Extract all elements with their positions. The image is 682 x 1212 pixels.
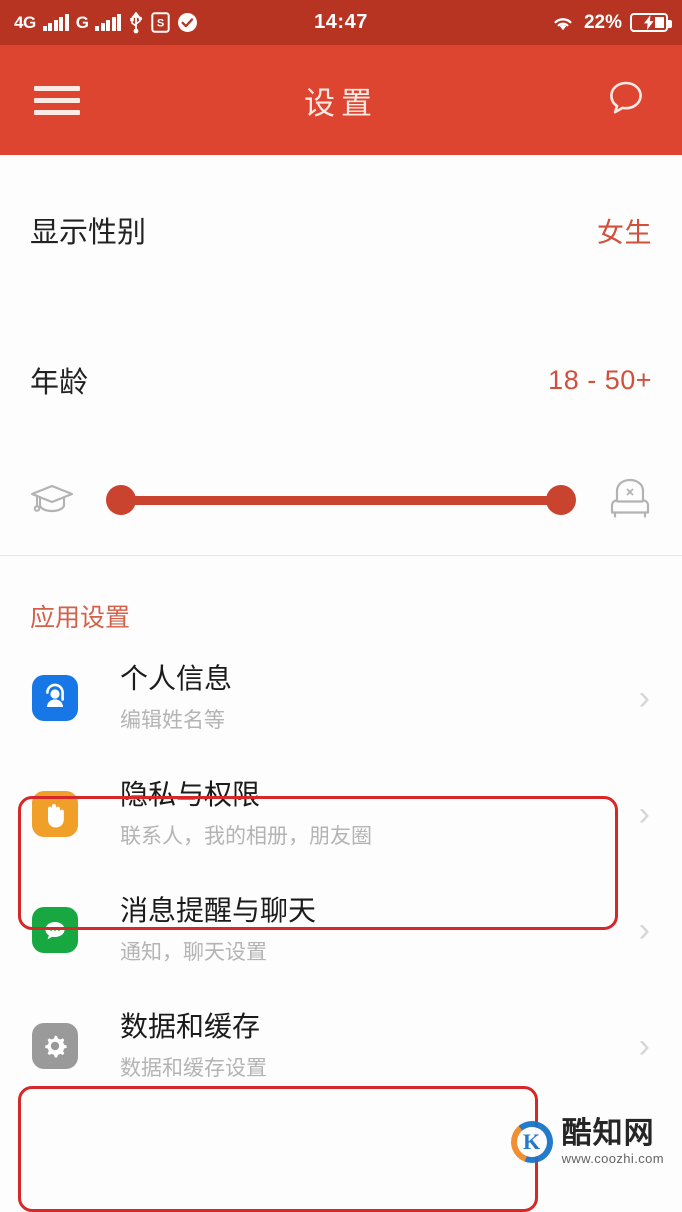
list-item-personal-info[interactable]: 个人信息 编辑姓名等 › — [18, 640, 664, 756]
armchair-icon — [604, 474, 656, 527]
list-item-subtitle: 联系人，我的相册，朋友圈 — [120, 825, 372, 849]
watermark-name: 酷知网 — [561, 1117, 655, 1150]
list-item-messages[interactable]: 消息提醒与聊天 通知，聊天设置 › — [18, 872, 664, 988]
gear-icon — [32, 1023, 78, 1069]
watermark-logo-letter: K — [523, 1128, 541, 1154]
list-item-text: 隐私与权限 联系人，我的相册，朋友圈 — [120, 778, 639, 850]
page-title: 设置 — [304, 85, 378, 121]
list-item-subtitle: 数据和缓存设置 — [120, 1057, 267, 1081]
app-settings-section: 应用设置 个人信息 编辑姓名等 › 隐私与权限 联系人，我的相册，朋友圈 › 消… — [0, 556, 682, 1104]
phone-screen: 4G G S 14:47 22% 设置 显示性别 女生 年龄 18 - 50+ … — [0, 0, 682, 1212]
list-item-privacy[interactable]: 隐私与权限 联系人，我的相册，朋友圈 › — [18, 756, 664, 872]
list-item-subtitle: 通知，聊天设置 — [120, 941, 267, 965]
battery-charging-icon — [630, 13, 672, 32]
gender-row[interactable]: 显示性别 女生 — [30, 155, 652, 305]
settings-list: 个人信息 编辑姓名等 › 隐私与权限 联系人，我的相册，朋友圈 › 消息提醒与聊… — [0, 640, 682, 1104]
app-bar: 设置 — [0, 45, 682, 155]
status-bar: 4G G S 14:47 22% — [0, 0, 682, 45]
highlight-box-data-cache — [18, 1086, 538, 1212]
age-range-slider[interactable] — [0, 455, 682, 545]
list-item-title: 隐私与权限 — [120, 778, 261, 810]
watermark: K 酷知网 www.coozhi.com — [510, 1118, 664, 1165]
list-item-text: 消息提醒与聊天 通知，聊天设置 — [120, 894, 639, 966]
graduation-cap-icon — [26, 476, 78, 525]
list-item-subtitle: 编辑姓名等 — [120, 709, 225, 733]
person-icon — [32, 675, 78, 721]
chevron-right-icon: › — [638, 795, 650, 833]
gender-label: 显示性别 — [30, 217, 147, 249]
slider-handle-max[interactable] — [546, 485, 576, 515]
chat-bubble-icon[interactable] — [604, 76, 648, 125]
watermark-text: 酷知网 www.coozhi.com — [562, 1118, 664, 1165]
watermark-url: www.coozhi.com — [561, 1150, 664, 1166]
age-row: 年龄 18 - 50+ — [30, 305, 652, 455]
app-settings-title: 应用设置 — [30, 604, 131, 632]
chevron-right-icon: › — [638, 679, 650, 717]
preferences-list: 显示性别 女生 年龄 18 - 50+ — [0, 155, 682, 455]
list-item-text: 数据和缓存 数据和缓存设置 — [120, 1010, 639, 1082]
hamburger-menu-icon[interactable] — [34, 79, 80, 122]
slider-handle-min[interactable] — [106, 485, 136, 515]
age-label: 年龄 — [30, 367, 89, 399]
wifi-icon — [550, 13, 576, 33]
slider-track — [114, 495, 568, 505]
status-bar-right: 22% — [550, 11, 672, 34]
chevron-right-icon: › — [638, 1027, 650, 1065]
slider-track-area[interactable] — [106, 480, 576, 520]
speech-bubble-icon — [32, 907, 78, 953]
battery-percent: 22% — [583, 11, 622, 33]
hand-stop-icon — [32, 791, 78, 837]
list-item-title: 消息提醒与聊天 — [120, 894, 317, 926]
list-item-data-cache[interactable]: 数据和缓存 数据和缓存设置 › — [18, 988, 664, 1104]
age-value: 18 - 50+ — [548, 364, 652, 395]
watermark-logo-icon: K — [510, 1120, 553, 1163]
gender-value[interactable]: 女生 — [597, 211, 652, 250]
list-item-title: 数据和缓存 — [120, 1010, 261, 1042]
preferences-section: 显示性别 女生 年龄 18 - 50+ — [0, 155, 682, 556]
chevron-right-icon: › — [638, 911, 650, 949]
list-item-text: 个人信息 编辑姓名等 — [120, 662, 639, 734]
list-item-title: 个人信息 — [120, 662, 233, 694]
